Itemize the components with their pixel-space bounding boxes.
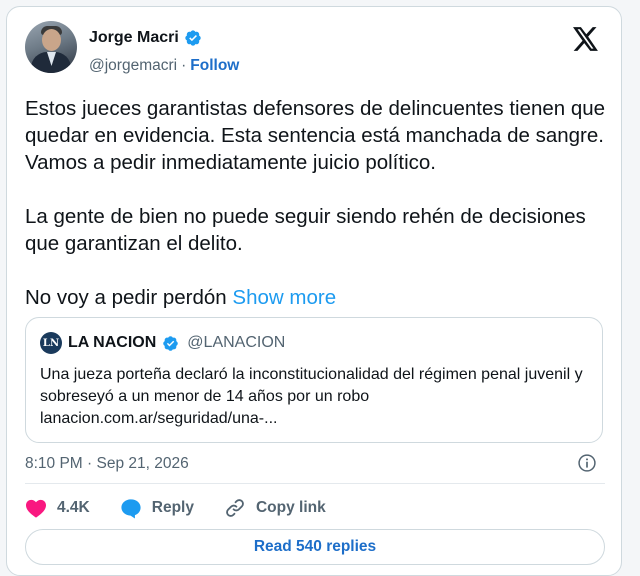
author-name-row: Jorge Macri <box>89 29 202 47</box>
tweet-timestamp[interactable]: 8:10 PM · Sep 21, 2026 <box>25 455 189 473</box>
action-bar: 4.4K Reply Copy link <box>25 497 356 519</box>
like-button[interactable]: 4.4K <box>25 498 90 518</box>
x-logo-icon[interactable] <box>573 27 599 51</box>
tweet-card: Jorge Macri @jorgemacri · Follow Estos j… <box>6 6 622 576</box>
quoted-tweet[interactable]: LN LA NACION @LANACION Una jueza porteña… <box>25 317 603 443</box>
like-count: 4.4K <box>57 499 90 516</box>
heart-icon <box>26 499 46 518</box>
info-icon[interactable] <box>577 453 597 473</box>
author-name[interactable]: Jorge Macri <box>89 29 179 47</box>
tweet-paragraph: Estos jueces garantistas defensores de d… <box>25 97 606 174</box>
reply-button[interactable]: Reply <box>120 498 194 519</box>
copy-link-button[interactable]: Copy link <box>224 497 326 519</box>
link-icon <box>226 499 244 517</box>
tweet-paragraph: La gente de bien no puede seguir siendo … <box>25 205 586 255</box>
verified-badge-icon <box>163 335 179 351</box>
reply-bubble-icon <box>121 498 141 519</box>
quoted-author-handle: @LANACION <box>187 334 286 351</box>
avatar[interactable] <box>25 21 77 73</box>
divider <box>25 483 605 484</box>
show-more-link[interactable]: Show more <box>232 286 336 309</box>
quoted-author-name: LA NACION <box>68 334 157 351</box>
author-handle[interactable]: @jorgemacri <box>89 57 177 75</box>
quoted-tweet-text: Una jueza porteña declaró la inconstituc… <box>40 366 583 427</box>
reply-label: Reply <box>151 499 194 516</box>
read-replies-button[interactable]: Read 540 replies <box>25 529 605 565</box>
follow-button[interactable]: Follow <box>190 57 239 75</box>
separator-dot: · <box>181 57 187 74</box>
copy-link-label: Copy link <box>255 499 326 516</box>
author-handle-row: @jorgemacri · Follow <box>89 57 239 75</box>
quoted-tweet-header: LN LA NACION @LANACION <box>40 332 285 354</box>
la-nacion-logo-icon: LN <box>40 332 62 354</box>
tweet-paragraph: No voy a pedir perdón Show more <box>25 286 337 309</box>
verified-badge-icon <box>185 30 201 46</box>
tweet-text: Estos jueces garantistas defensores de d… <box>25 95 615 311</box>
